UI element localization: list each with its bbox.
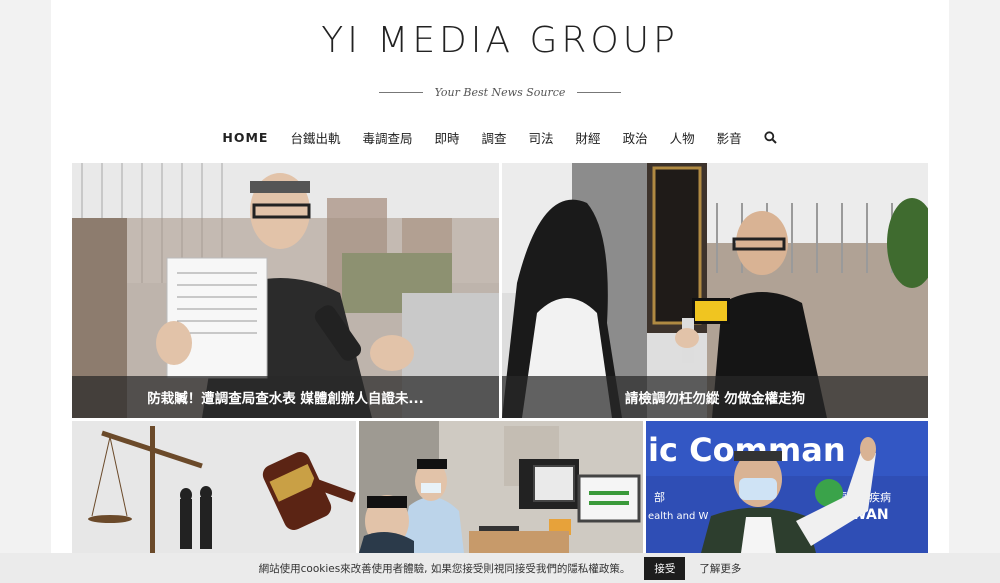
tagline-divider-left	[378, 92, 423, 93]
featured-caption-1: 防栽贓！遭調查局查水表 媒體創辦人自證未...	[72, 376, 499, 418]
featured-caption-2: 請檢調勿枉勿縱 勿做金權走狗	[502, 376, 928, 418]
tagline-row: Your Best News Source	[51, 86, 949, 99]
featured-headline-1[interactable]: 防栽贓！遭調查局查水表 媒體創辦人自證未...	[147, 387, 424, 407]
nav-item-train-derailment[interactable]: 台鐵出軌	[290, 128, 340, 147]
featured-headline-2[interactable]: 請檢調勿枉勿縱 勿做金權走狗	[625, 387, 805, 407]
nav-item-instant[interactable]: 即時	[435, 128, 460, 147]
nav-item-people[interactable]: 人物	[670, 128, 695, 147]
svg-text:部: 部	[654, 490, 665, 504]
grid-article-3[interactable]: ic Comman 部 ealth and W 福利部疾病 IWAN	[646, 421, 928, 553]
tagline-divider-right	[577, 92, 622, 93]
cookie-learn-more-link[interactable]: 了解更多	[699, 561, 741, 576]
nav-item-home[interactable]: HOME	[222, 130, 268, 145]
svg-text:ealth and W: ealth and W	[648, 511, 708, 522]
grid-article-1[interactable]	[72, 421, 356, 553]
nav-item-investigation[interactable]: 調查	[482, 128, 507, 147]
cookie-accept-button[interactable]: 接受	[644, 556, 686, 580]
nav-item-politics[interactable]: 政治	[623, 128, 648, 147]
cookie-consent-bar: 網站使用cookies來改善使用者體驗, 如果您接受則視同接受我們的隱私權政策。…	[0, 553, 1000, 583]
featured-article-1[interactable]: 防栽贓！遭調查局查水表 媒體創辦人自證未...	[72, 163, 499, 418]
grid-article-2[interactable]	[359, 421, 643, 553]
cookie-consent-text: 網站使用cookies來改善使用者體驗, 如果您接受則視同接受我們的隱私權政策。	[258, 562, 631, 575]
featured-article-2[interactable]: 請檢調勿枉勿縱 勿做金權走狗	[502, 163, 928, 418]
main-nav: HOME 台鐵出軌 毒調查局 即時 調查 司法 財經 政治 人物 影音	[51, 128, 949, 147]
grid-photo-office	[359, 421, 643, 553]
grid-photo-press-conference: ic Comman 部 ealth and W 福利部疾病 IWAN	[646, 421, 928, 553]
tagline: Your Best News Source	[434, 86, 566, 99]
site-title[interactable]: YI MEDIA GROUP	[51, 20, 949, 61]
search-icon[interactable]	[764, 130, 778, 145]
nav-item-investigation-bureau[interactable]: 毒調查局	[362, 128, 412, 147]
nav-item-judiciary[interactable]: 司法	[529, 128, 554, 147]
page-container: YI MEDIA GROUP Your Best News Source HOM…	[51, 0, 949, 583]
nav-item-video[interactable]: 影音	[717, 128, 742, 147]
nav-item-finance[interactable]: 財經	[576, 128, 601, 147]
grid-photo-scales-gavel	[72, 421, 356, 553]
